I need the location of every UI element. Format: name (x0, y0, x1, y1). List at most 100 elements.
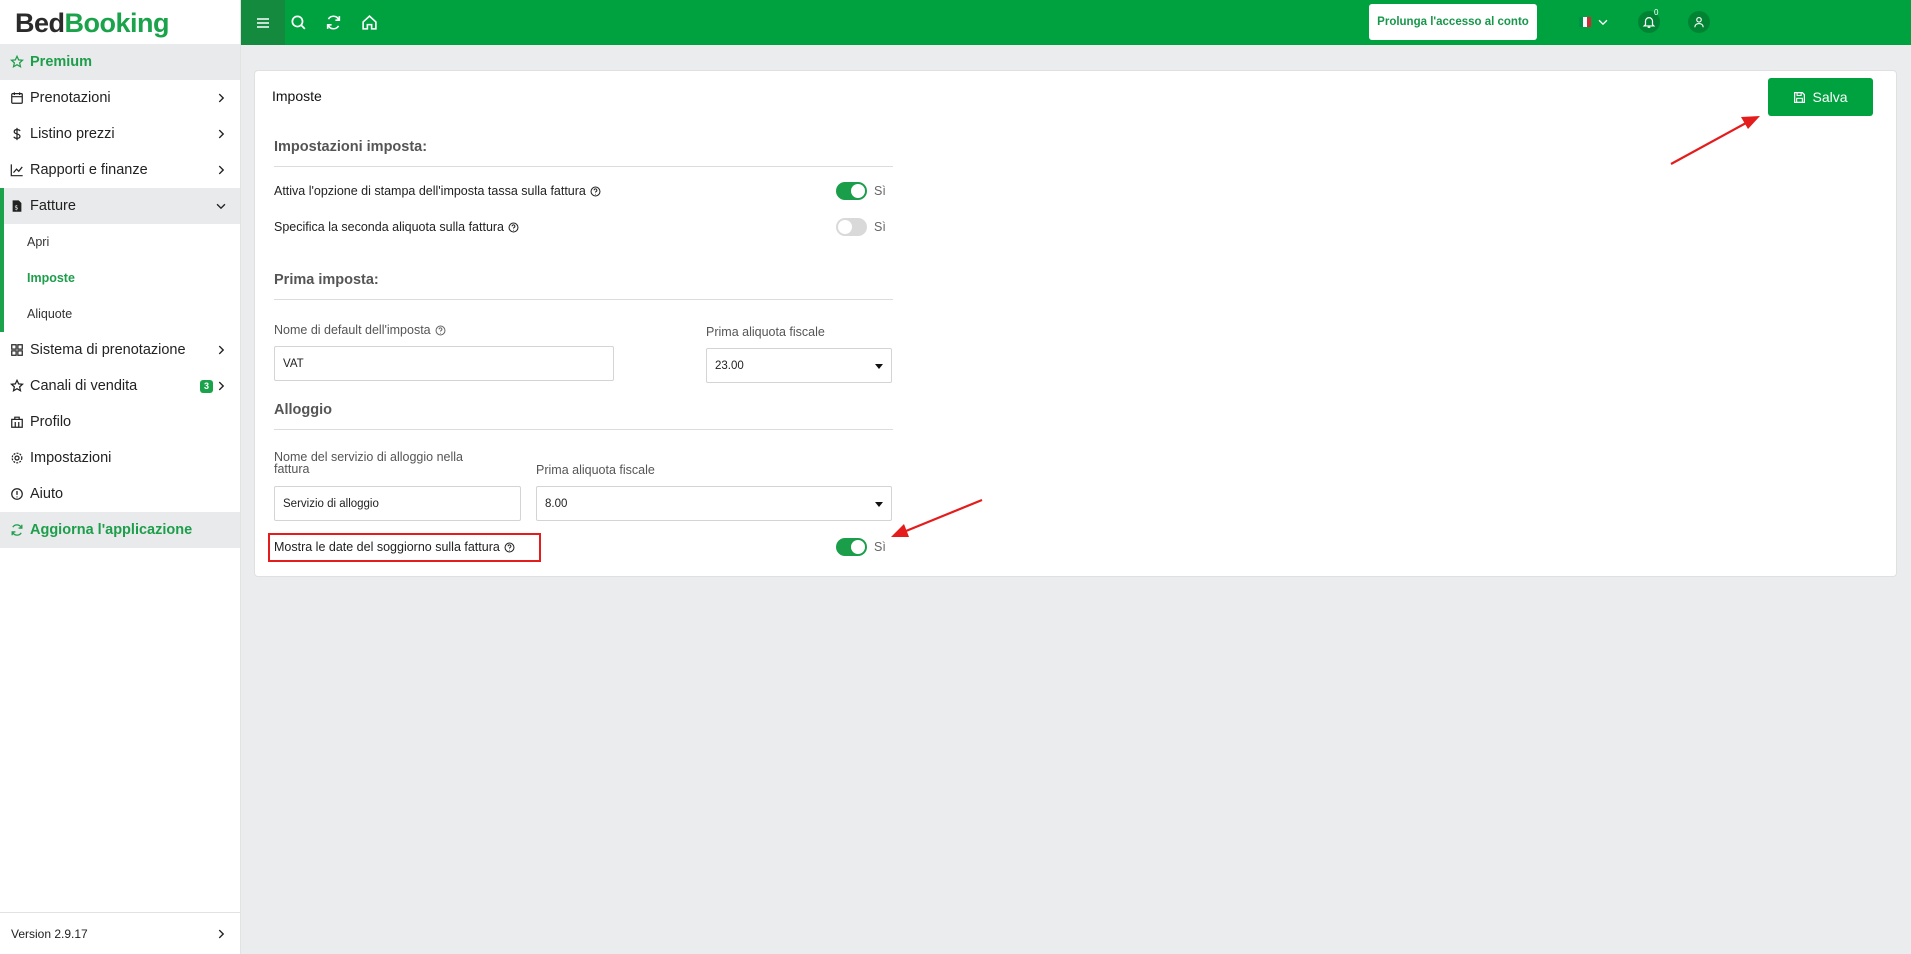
accommodation-rate-label: Prima aliquota fiscale (536, 463, 655, 477)
chevron-right-icon (218, 93, 225, 103)
sidebar-item-premium[interactable]: Premium (0, 44, 240, 80)
sidebar-item-aiuto[interactable]: Aiuto (0, 476, 240, 512)
divider (274, 429, 893, 430)
version-label: Version 2.9.17 (11, 926, 88, 941)
sync-button[interactable] (323, 12, 343, 32)
toggle-knob (851, 184, 865, 198)
second-rate-toggle-label: Sì (874, 220, 886, 234)
sidebar-item-aggiorna[interactable]: Aggiorna l'applicazione (0, 512, 240, 548)
sidebar-subitem-label: Aliquote (27, 307, 73, 321)
sidebar-item-label: Canali di vendita (30, 378, 138, 394)
sidebar-subitem-label: Apri (27, 235, 50, 249)
user-menu-button[interactable] (1688, 11, 1710, 33)
toggle-knob (851, 540, 865, 554)
star-outline-icon (9, 378, 25, 394)
print-tax-label-text: Attiva l'opzione di stampa dell'imposta … (274, 184, 586, 198)
top-bar: Prolunga l'accesso al conto 0 (241, 0, 1911, 45)
channels-count-badge: 3 (199, 380, 213, 393)
tax-settings-heading: Impostazioni imposta: (274, 139, 428, 155)
taxes-card: Imposte Salva Impostazioni imposta: Atti… (254, 70, 1897, 577)
default-tax-name-label: Nome di default dell'imposta (274, 323, 446, 337)
chevron-right-icon (218, 129, 225, 139)
sidebar-item-prenotazioni[interactable]: Prenotazioni (0, 80, 240, 116)
print-tax-toggle[interactable] (836, 182, 867, 200)
extend-access-button[interactable]: Prolunga l'accesso al conto (1369, 4, 1537, 40)
sidebar-item-sistema-prenotazione[interactable]: Sistema di prenotazione (0, 332, 240, 368)
chevron-right-icon (218, 165, 225, 175)
divider (274, 166, 893, 167)
search-button[interactable] (288, 12, 308, 32)
svg-text:$: $ (14, 205, 18, 212)
sidebar-item-label: Aggiorna l'applicazione (30, 522, 193, 538)
second-rate-label: Specifica la seconda aliquota sulla fatt… (274, 220, 519, 234)
sidebar-subitem-imposte[interactable]: Imposte (0, 260, 240, 296)
first-tax-rate-value: 23.00 (715, 359, 744, 372)
help-icon[interactable] (435, 325, 446, 336)
show-dates-toggle[interactable] (836, 538, 867, 556)
sidebar-subitem-aliquote[interactable]: Aliquote (0, 296, 240, 332)
highlight-box-annotation (268, 533, 541, 562)
search-icon (290, 14, 305, 29)
building-icon (9, 414, 25, 430)
sidebar-item-label: Listino prezzi (30, 126, 115, 142)
dollar-icon (9, 126, 25, 142)
accommodation-service-input[interactable]: Servizio di alloggio (274, 486, 521, 521)
user-icon (1694, 16, 1704, 28)
sidebar-item-label: Impostazioni (30, 450, 112, 466)
show-dates-toggle-label: Sì (874, 540, 886, 554)
help-icon[interactable] (508, 222, 519, 233)
sidebar-item-fatture[interactable]: $ Fatture (0, 188, 240, 224)
accommodation-rate-value: 8.00 (545, 497, 568, 510)
sidebar-item-label: Fatture (30, 198, 76, 214)
caret-down-icon (875, 364, 883, 369)
page-title: Imposte (272, 88, 322, 104)
first-tax-heading: Prima imposta: (274, 272, 379, 288)
accommodation-rate-select[interactable]: 8.00 (536, 486, 892, 521)
help-icon[interactable] (590, 186, 601, 197)
accommodation-service-label-line2: fattura (274, 462, 310, 476)
grid-icon (9, 342, 25, 358)
default-tax-name-label-text: Nome di default dell'imposta (274, 323, 431, 337)
sidebar-item-label: Rapporti e finanze (30, 162, 148, 178)
divider (274, 299, 893, 300)
version-info[interactable]: Version 2.9.17 (0, 912, 240, 954)
info-icon (9, 486, 25, 502)
first-tax-rate-label: Prima aliquota fiscale (706, 325, 825, 339)
first-tax-rate-select[interactable]: 23.00 (706, 348, 892, 383)
app-logo[interactable]: BedBooking (0, 0, 240, 44)
print-tax-toggle-label: Sì (874, 184, 886, 198)
star-icon (9, 54, 25, 70)
save-button[interactable]: Salva (1768, 78, 1873, 116)
second-rate-toggle[interactable] (836, 218, 867, 236)
second-rate-label-text: Specifica la seconda aliquota sulla fatt… (274, 220, 505, 234)
sidebar-item-canali-vendita[interactable]: Canali di vendita 3 (0, 368, 240, 404)
default-tax-name-input[interactable]: VAT (274, 346, 614, 381)
sidebar-item-impostazioni[interactable]: Impostazioni (0, 440, 240, 476)
sidebar-item-rapporti[interactable]: Rapporti e finanze (0, 152, 240, 188)
sidebar-item-listino-prezzi[interactable]: Listino prezzi (0, 116, 240, 152)
calendar-icon (9, 90, 25, 106)
print-tax-label: Attiva l'opzione di stampa dell'imposta … (274, 184, 601, 198)
chevron-down-icon[interactable] (1596, 15, 1610, 29)
home-icon (361, 14, 377, 30)
invoice-icon: $ (9, 198, 25, 214)
toggle-knob (838, 220, 852, 234)
home-button[interactable] (359, 12, 379, 32)
sidebar-item-label: Aiuto (30, 486, 64, 502)
caret-down-icon (875, 502, 883, 507)
accommodation-heading: Alloggio (274, 402, 332, 418)
sidebar: BedBooking Premium Prenotazioni Listino … (0, 0, 241, 954)
menu-toggle-button[interactable] (241, 0, 285, 45)
chevron-right-icon (218, 345, 225, 355)
chevron-right-icon (218, 929, 225, 939)
sidebar-subitem-apri[interactable]: Apri (0, 224, 240, 260)
sidebar-item-label: Prenotazioni (30, 90, 111, 106)
accommodation-service-label: Nome del servizio di alloggio nella fatt… (274, 451, 463, 476)
sidebar-item-profilo[interactable]: Profilo (0, 404, 240, 440)
italy-flag-icon[interactable] (1579, 17, 1591, 27)
logo-part-bed: Bed (15, 8, 65, 38)
gear-icon (9, 450, 25, 466)
chevron-down-icon (216, 203, 226, 210)
chart-line-icon (9, 162, 25, 178)
logo-part-booking: Booking (64, 8, 170, 38)
